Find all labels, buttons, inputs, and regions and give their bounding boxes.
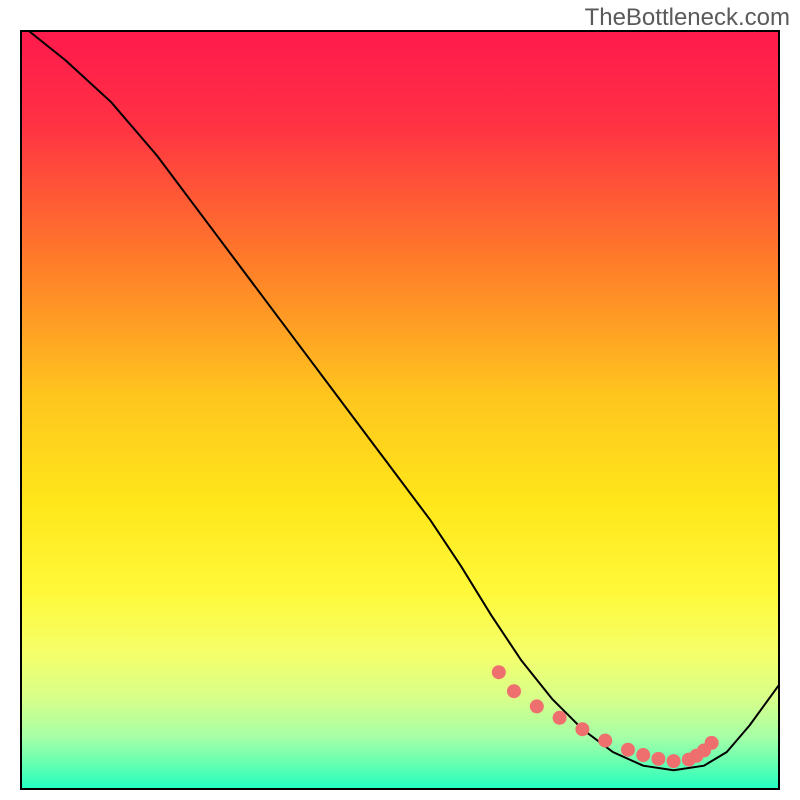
data-point [530,699,544,713]
data-point [553,711,567,725]
data-point [621,743,635,757]
data-point [705,736,719,750]
chart-background [20,30,780,790]
data-point [507,684,521,698]
data-point [667,754,681,768]
chart-svg [20,30,780,790]
chart-container: TheBottleneck.com [0,0,800,800]
watermark-text: TheBottleneck.com [585,4,790,32]
data-point [575,722,589,736]
data-point [492,665,506,679]
plot-area [20,30,780,790]
data-point [598,734,612,748]
data-point [636,748,650,762]
data-point [651,752,665,766]
